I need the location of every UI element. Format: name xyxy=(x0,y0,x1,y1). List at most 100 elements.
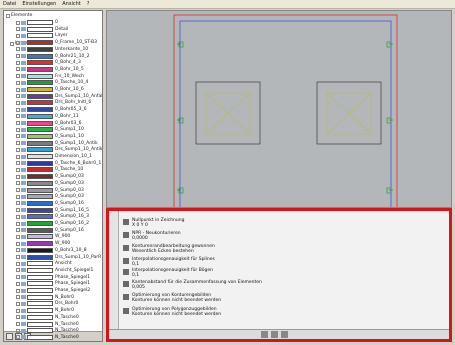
color-swatch[interactable] xyxy=(27,40,53,46)
checkbox-icon[interactable] xyxy=(16,268,20,273)
color-swatch[interactable] xyxy=(27,167,53,173)
color-swatch[interactable] xyxy=(27,140,53,146)
layer-tree-panel[interactable]: ElementeLayer0DetailLayer0_Frame_10_ST-B… xyxy=(3,10,103,342)
color-swatch[interactable] xyxy=(27,261,53,267)
checkbox-icon[interactable] xyxy=(16,167,20,172)
checkbox-icon[interactable] xyxy=(16,54,20,58)
checkbox-icon[interactable] xyxy=(16,194,20,199)
color-swatch[interactable] xyxy=(27,60,53,66)
checkbox-icon[interactable] xyxy=(16,94,20,99)
color-swatch[interactable] xyxy=(27,221,53,226)
checkbox-icon[interactable] xyxy=(16,127,20,132)
checkbox-icon[interactable] xyxy=(16,174,20,179)
color-swatch[interactable] xyxy=(27,288,53,293)
tree-tool-icon[interactable] xyxy=(6,333,13,340)
checkbox-icon[interactable] xyxy=(16,255,20,259)
color-swatch[interactable] xyxy=(27,107,53,113)
color-swatch[interactable] xyxy=(27,113,53,119)
checkbox-icon[interactable] xyxy=(16,100,20,105)
checkbox-icon[interactable] xyxy=(16,221,20,226)
color-swatch[interactable] xyxy=(27,301,53,307)
menu-item-einstellungen[interactable]: Einstellungen xyxy=(22,1,56,7)
color-swatch[interactable] xyxy=(27,127,53,133)
menu-item-ansicht[interactable]: Ansicht xyxy=(62,1,80,7)
color-swatch[interactable] xyxy=(27,294,53,300)
checkbox-icon[interactable] xyxy=(16,328,20,333)
color-swatch[interactable] xyxy=(27,247,53,253)
color-swatch[interactable] xyxy=(27,147,53,153)
checkbox-icon[interactable] xyxy=(16,74,20,79)
layer-item[interactable]: N_Tasche0 xyxy=(16,334,79,341)
checkbox-icon[interactable] xyxy=(16,261,20,266)
checkbox-icon[interactable] xyxy=(16,141,20,146)
checkbox-icon[interactable] xyxy=(10,41,14,46)
color-swatch[interactable] xyxy=(27,194,53,200)
color-swatch[interactable] xyxy=(27,314,53,320)
color-swatch[interactable] xyxy=(27,214,53,220)
tree-node-header[interactable]: Elemente xyxy=(6,12,32,19)
drawing-canvas[interactable] xyxy=(106,10,452,208)
checkbox-icon[interactable] xyxy=(16,228,20,233)
checkbox-icon[interactable] xyxy=(16,161,20,166)
checkbox-icon[interactable] xyxy=(16,201,20,206)
checkbox-icon[interactable] xyxy=(16,121,20,125)
color-swatch[interactable] xyxy=(27,100,53,106)
color-swatch[interactable] xyxy=(27,80,53,86)
color-swatch[interactable] xyxy=(27,53,53,59)
checkbox-icon[interactable] xyxy=(16,87,20,92)
status-icon[interactable] xyxy=(271,331,278,338)
color-swatch[interactable] xyxy=(27,207,53,213)
menu-item-datei[interactable]: Datei xyxy=(3,1,16,7)
color-swatch[interactable] xyxy=(27,66,53,72)
color-swatch[interactable] xyxy=(27,200,53,206)
checkbox-icon[interactable] xyxy=(16,147,20,152)
checkbox-icon[interactable] xyxy=(16,322,20,326)
color-swatch[interactable] xyxy=(27,133,53,139)
color-swatch[interactable] xyxy=(27,254,53,260)
color-swatch[interactable] xyxy=(27,154,53,159)
color-swatch[interactable] xyxy=(27,20,53,25)
color-swatch[interactable] xyxy=(27,274,53,280)
checkbox-icon[interactable] xyxy=(16,301,20,306)
checkbox-icon[interactable] xyxy=(16,60,20,65)
checkbox-icon[interactable] xyxy=(16,214,20,219)
checkbox-icon[interactable] xyxy=(16,114,20,119)
status-icon[interactable] xyxy=(261,331,268,338)
color-swatch[interactable] xyxy=(27,334,53,340)
color-swatch[interactable] xyxy=(27,227,53,233)
color-swatch[interactable] xyxy=(27,180,53,186)
checkbox-icon[interactable] xyxy=(16,295,20,300)
checkbox-icon[interactable] xyxy=(16,20,20,25)
checkbox-icon[interactable] xyxy=(16,248,20,253)
checkbox-icon[interactable] xyxy=(16,234,20,239)
color-swatch[interactable] xyxy=(27,328,53,334)
color-swatch[interactable] xyxy=(27,120,53,126)
color-swatch[interactable] xyxy=(27,241,53,247)
color-swatch[interactable] xyxy=(27,87,53,92)
checkbox-icon[interactable] xyxy=(16,47,20,52)
color-swatch[interactable] xyxy=(27,73,53,79)
color-swatch[interactable] xyxy=(27,33,53,39)
checkbox-icon[interactable] xyxy=(16,27,20,32)
checkbox-icon[interactable] xyxy=(16,241,20,246)
color-swatch[interactable] xyxy=(27,281,53,287)
color-swatch[interactable] xyxy=(27,267,53,273)
color-swatch[interactable] xyxy=(27,46,53,52)
checkbox-icon[interactable] xyxy=(16,188,20,192)
checkbox-icon[interactable] xyxy=(16,107,20,112)
checkbox-icon[interactable] xyxy=(16,40,20,45)
checkbox-icon[interactable] xyxy=(16,275,20,280)
color-swatch[interactable] xyxy=(27,93,53,99)
checkbox-icon[interactable] xyxy=(16,288,20,293)
color-swatch[interactable] xyxy=(27,160,53,166)
checkbox-icon[interactable] xyxy=(16,67,20,72)
checkbox-icon[interactable] xyxy=(16,134,20,139)
checkbox-icon[interactable] xyxy=(16,208,20,213)
menu-item-help[interactable]: ? xyxy=(87,1,90,7)
status-icon[interactable] xyxy=(281,331,288,338)
color-swatch[interactable] xyxy=(27,234,53,240)
checkbox-icon[interactable] xyxy=(6,13,10,18)
color-swatch[interactable] xyxy=(27,187,53,193)
checkbox-icon[interactable] xyxy=(16,308,20,313)
color-swatch[interactable] xyxy=(27,26,53,32)
